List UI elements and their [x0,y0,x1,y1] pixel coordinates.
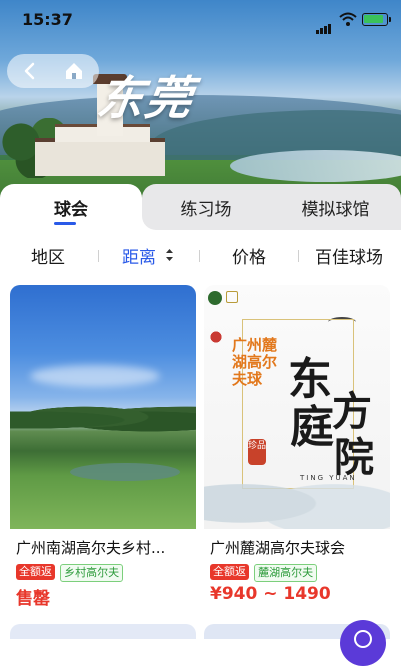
tab-active-indicator [54,222,76,225]
course-photo [10,285,196,529]
divider [98,250,99,262]
home-icon[interactable] [63,60,85,82]
hero-calligraphy: 东莞 [93,71,198,125]
tab-bar: 球会 练习场 模拟球馆 [0,184,401,230]
brand-logo-icon [226,291,238,303]
tag-category: 麓湖高尔夫 [254,564,318,582]
wifi-icon [339,12,357,26]
poster-vertical-title: 广州麓湖高尔夫球 [232,336,278,388]
tab-label: 练习场 [180,199,232,220]
back-icon[interactable] [19,60,41,82]
club-logo-icon [208,291,222,305]
filter-bar: 地区 距离 价格 百佳球场 [0,238,401,270]
tab-club[interactable]: 球会 [0,184,142,230]
tab-label: 模拟球馆 [301,199,370,220]
signal-icon [316,15,332,34]
next-card-peek [10,624,196,639]
course-card[interactable]: 广州麓湖高尔夫球 东 方 庭 院 珍品 TING YUAN 广州麓湖高尔夫球会 … [204,285,390,604]
course-tags: 全额返 麓湖高尔夫 [204,558,390,582]
filter-region[interactable]: 地区 [31,243,65,268]
course-tags: 全额返 乡村高尔夫 [10,558,196,582]
tag-category: 乡村高尔夫 [60,564,124,582]
nav-capsule [7,54,99,88]
sort-icon[interactable] [165,247,174,263]
poster-english: TING YUAN [300,474,357,482]
tag-full-refund: 全额返 [16,564,55,580]
divider [199,250,200,262]
course-poster: 广州麓湖高尔夫球 东 方 庭 院 珍品 TING YUAN [204,285,390,529]
course-name: 广州麓湖高尔夫球会 [210,539,346,557]
filter-distance[interactable]: 距离 [122,243,156,268]
course-name: 广州南湖高尔夫乡村... [16,539,166,557]
floating-action-button[interactable] [340,620,386,666]
poster-char: 庭 [290,402,334,453]
course-card[interactable]: 广州南湖高尔夫乡村... 全额返 乡村高尔夫 售罄 [10,285,196,609]
battery-icon [362,13,391,26]
plum-blossom-icon [206,325,226,349]
divider [298,250,299,262]
filter-price[interactable]: 价格 [232,243,266,268]
tab-driving-range[interactable]: 练习场 [142,184,270,230]
seal-stamp: 珍品 [248,439,266,465]
status-bar: 15:37 [0,0,401,40]
tab-label: 球会 [54,199,88,220]
tab-simulator[interactable]: 模拟球馆 [270,184,401,230]
filter-top100[interactable]: 百佳球场 [315,243,383,268]
tag-full-refund: 全额返 [210,564,249,580]
status-time: 15:37 [22,10,73,29]
